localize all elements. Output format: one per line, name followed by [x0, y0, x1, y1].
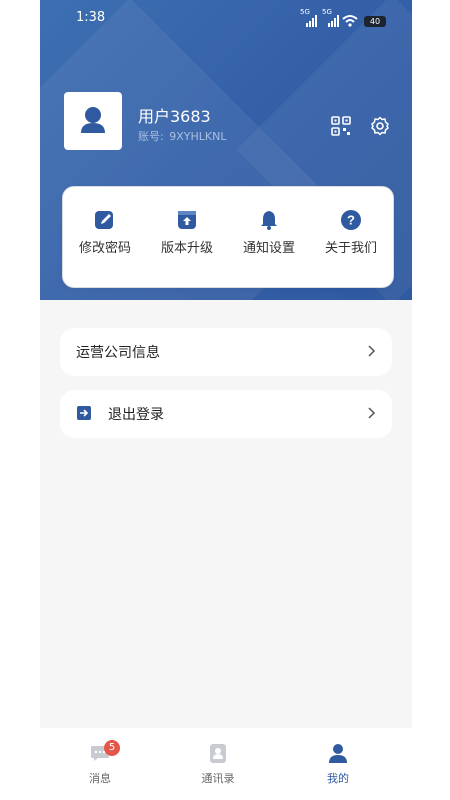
bell-icon [261, 211, 277, 230]
user-avatar-icon [81, 107, 105, 133]
quick-menu-card: 修改密码 版本升级 通知设置 ? 关于我们 [62, 186, 394, 288]
tab-label: 通讯录 [201, 772, 235, 785]
company-info-row[interactable]: 运营公司信息 [60, 328, 392, 376]
menu-version-upgrade[interactable]: 版本升级 [147, 209, 227, 256]
signal-bars-icon [328, 15, 342, 27]
unread-badge: 5 [104, 740, 120, 756]
avatar[interactable] [64, 92, 122, 150]
profile-icon [329, 744, 347, 763]
menu-label: 关于我们 [324, 241, 377, 256]
username: 用户3683 [138, 107, 211, 126]
tab-messages[interactable]: 消息 [60, 742, 140, 786]
contacts-icon [210, 744, 226, 763]
edit-icon [95, 211, 113, 229]
help-icon: ? [341, 210, 361, 230]
gear-icon[interactable] [370, 116, 390, 136]
account-label: 账号: [138, 130, 164, 143]
logout-icon [77, 406, 91, 420]
account-id: 9XYHLKNL [169, 130, 227, 143]
tab-contacts[interactable]: 通讯录 [178, 742, 258, 786]
menu-label: 修改密码 [78, 241, 131, 256]
battery-icon: 40 [364, 16, 386, 27]
qr-code-icon[interactable] [331, 116, 351, 136]
tab-label: 消息 [89, 772, 111, 785]
status-bar: 1:38 5G 5G 40 [40, 0, 412, 36]
signal-bars-icon [306, 15, 320, 27]
wifi-icon [342, 15, 358, 27]
row-label: 运营公司信息 [76, 345, 160, 361]
menu-notification-settings[interactable]: 通知设置 [229, 209, 309, 256]
logout-row[interactable]: 退出登录 [60, 390, 392, 438]
svg-text:?: ? [347, 213, 355, 228]
menu-change-password[interactable]: 修改密码 [65, 209, 145, 256]
tab-mine[interactable]: 我的 [298, 742, 378, 786]
row-label: 退出登录 [108, 407, 164, 423]
app-screen: 1:38 5G 5G 40 用户3683 账号: 9XYHLKNL 修改密码 版… [40, 0, 412, 800]
bottom-tab-bar: 消息 通讯录 我的 [40, 728, 412, 800]
account-id-line: 账号: 9XYHLKNL [138, 128, 226, 144]
menu-about-us[interactable]: ? 关于我们 [311, 209, 391, 256]
menu-label: 版本升级 [160, 241, 213, 256]
menu-label: 通知设置 [242, 241, 295, 256]
chevron-right-icon [368, 407, 376, 419]
upgrade-icon [178, 211, 196, 229]
status-time: 1:38 [76, 10, 106, 25]
tab-label: 我的 [327, 772, 349, 785]
chevron-right-icon [368, 345, 376, 357]
